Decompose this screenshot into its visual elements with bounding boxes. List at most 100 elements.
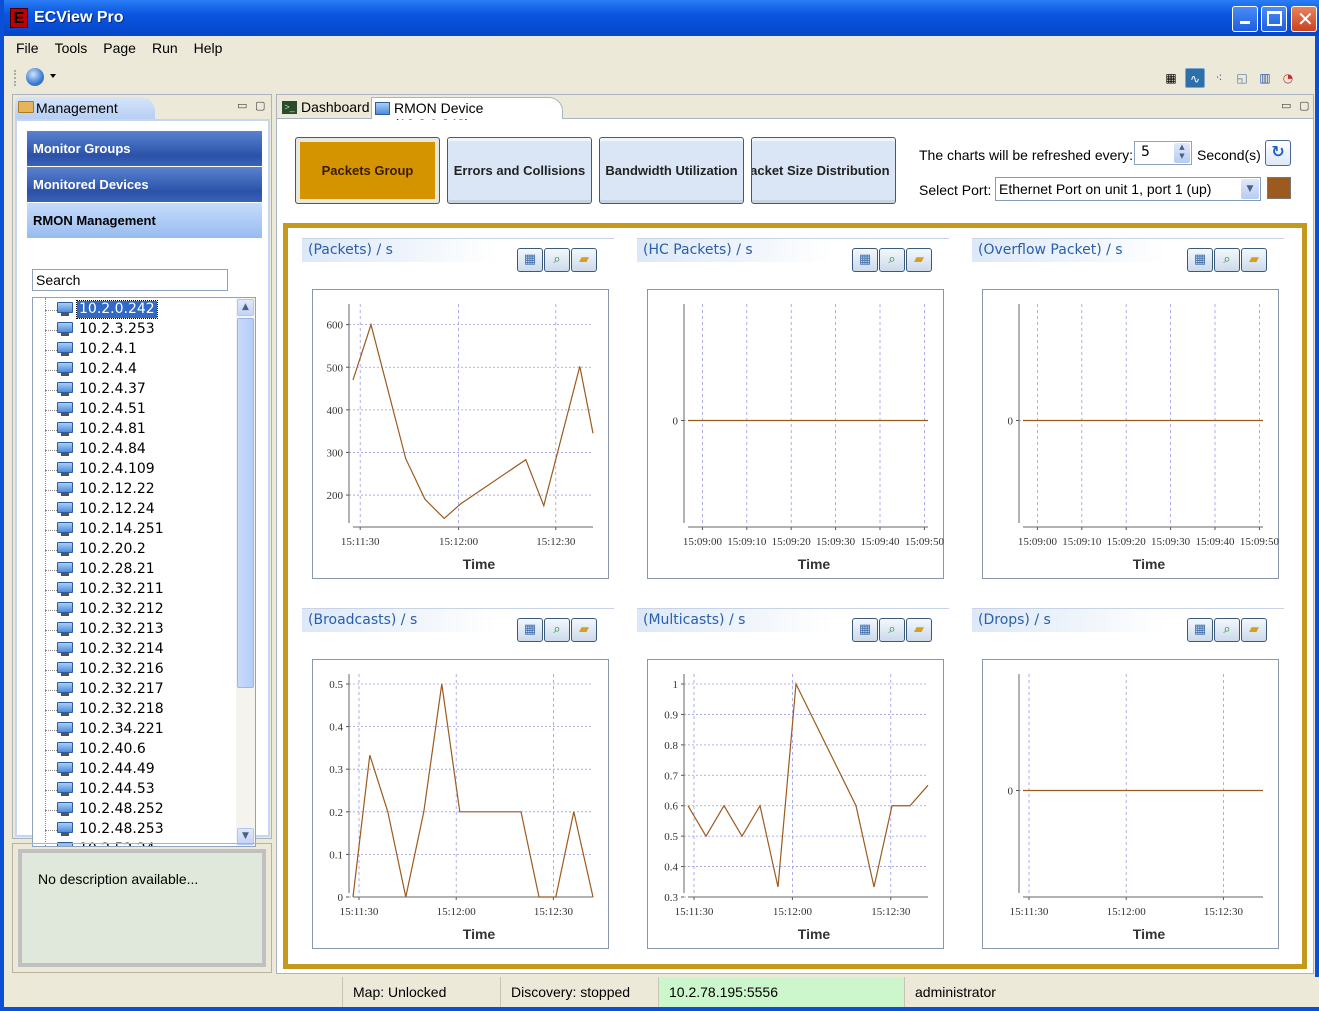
chart-table-button[interactable]: ▦: [1187, 248, 1213, 272]
tab-dashboard[interactable]: >_ Dashboard: [279, 97, 371, 119]
device-tree-item[interactable]: 10.2.32.218: [33, 700, 233, 720]
device-tree-item[interactable]: 10.2.20.2: [33, 540, 233, 560]
computer-icon: [57, 602, 73, 616]
device-tree-item[interactable]: 10.2.44.53: [33, 780, 233, 800]
x-tick-label: 15:09:40: [1195, 536, 1235, 548]
rmon-monitor-icon[interactable]: ∿: [1185, 68, 1205, 88]
device-tree-item[interactable]: 10.2.0.242: [33, 300, 233, 320]
minimize-button[interactable]: [1232, 6, 1258, 32]
report-icon[interactable]: ◱: [1232, 68, 1252, 88]
device-tree-item[interactable]: 10.2.48.253: [33, 820, 233, 840]
device-tree-item[interactable]: 10.2.14.251: [33, 520, 233, 540]
chart-export-button[interactable]: ▰: [906, 248, 932, 272]
device-tree-item[interactable]: 10.2.32.211: [33, 580, 233, 600]
device-tree-item[interactable]: 10.2.4.109: [33, 460, 233, 480]
menu-tools[interactable]: Tools: [47, 40, 96, 56]
statistics-icon[interactable]: ▥: [1255, 68, 1275, 88]
device-tree-item[interactable]: 10.2.32.213: [33, 620, 233, 640]
tab-rmon-device[interactable]: RMON Device (10.2.0.242): [371, 97, 563, 132]
device-tree-item[interactable]: 10.2.32.212: [33, 600, 233, 620]
device-tree-item[interactable]: 10.2.3.253: [33, 320, 233, 340]
chart-zoom-button[interactable]: ⌕: [544, 248, 570, 272]
device-tree-item[interactable]: 10.2.44.49: [33, 760, 233, 780]
status-map: Map: Unlocked: [342, 977, 500, 1007]
nav-monitor-groups[interactable]: Monitor Groups: [27, 131, 262, 166]
chart-svg: 200 300 400 500 600 15:11:30 15:12:00 15:12:30 T…: [327, 304, 594, 572]
view-maximize-icon[interactable]: ▢: [255, 99, 265, 112]
chart-export-button[interactable]: ▰: [571, 248, 597, 272]
menu-page[interactable]: Page: [95, 40, 144, 56]
gauge-icon[interactable]: ◔: [1278, 68, 1298, 88]
search-input[interactable]: Search: [32, 269, 228, 291]
chart-table-button[interactable]: ▦: [852, 248, 878, 272]
chevron-down-icon[interactable]: ▼: [1241, 179, 1259, 199]
chart-zoom-button[interactable]: ⌕: [1214, 248, 1240, 272]
topology-icon[interactable]: ⁖: [1209, 68, 1229, 88]
management-tab[interactable]: Management: [15, 97, 155, 119]
chart-zoom-button[interactable]: ⌕: [544, 618, 570, 642]
editor-minimize-icon[interactable]: ▭: [1281, 99, 1291, 112]
chart-export-button[interactable]: ▰: [1241, 618, 1267, 642]
menu-file[interactable]: File: [8, 40, 47, 56]
chart-zoom-button[interactable]: ⌕: [879, 618, 905, 642]
device-tree-item[interactable]: 10.2.32.217: [33, 680, 233, 700]
chart-table-button[interactable]: ▦: [517, 248, 543, 272]
editor-maximize-icon[interactable]: ▢: [1299, 99, 1309, 112]
spinner-arrows-icon[interactable]: ▲ ▼: [1174, 143, 1190, 163]
device-tree-item[interactable]: 10.2.4.51: [33, 400, 233, 420]
y-tick-label: 200: [327, 490, 344, 502]
menu-run[interactable]: Run: [144, 40, 186, 56]
chart-export-button[interactable]: ▰: [906, 618, 932, 642]
close-button[interactable]: ✕: [1291, 6, 1317, 32]
device-tree-item[interactable]: 10.2.4.84: [33, 440, 233, 460]
device-tree-item[interactable]: 10.2.4.81: [33, 420, 233, 440]
device-tree-item[interactable]: 10.2.32.214: [33, 640, 233, 660]
tree-scrollbar[interactable]: ▲ ▼: [236, 298, 255, 846]
port-select[interactable]: Ethernet Port on unit 1, port 1 (up) ▼: [995, 177, 1261, 201]
window-title: ECView Pro: [34, 9, 124, 26]
chart-zoom-button[interactable]: ⌕: [879, 248, 905, 272]
errors-collisions-button[interactable]: Errors and Collisions: [447, 137, 592, 204]
device-tree-item[interactable]: 10.2.48.252: [33, 800, 233, 820]
chart-export-button[interactable]: ▰: [1241, 248, 1267, 272]
chart-table-button[interactable]: ▦: [517, 618, 543, 642]
device-tree-item[interactable]: 10.2.34.221: [33, 720, 233, 740]
chart-table-button[interactable]: ▦: [852, 618, 878, 642]
nav-rmon-management[interactable]: RMON Management: [27, 203, 262, 238]
packet-size-distribution-button[interactable]: Packet Size Distribution: [751, 137, 896, 204]
scroll-up-icon[interactable]: ▲: [237, 299, 254, 316]
device-tree-item[interactable]: 10.2.32.216: [33, 660, 233, 680]
device-tree-item[interactable]: 10.2.28.21: [33, 560, 233, 580]
device-tree-item[interactable]: 10.2.40.6: [33, 740, 233, 760]
chart-export-button[interactable]: ▰: [571, 618, 597, 642]
view-minimize-icon[interactable]: ▭: [237, 99, 247, 112]
scroll-thumb[interactable]: [237, 318, 254, 688]
chart-table-button[interactable]: ▦: [1187, 618, 1213, 642]
dropdown-arrow-icon[interactable]: [50, 74, 56, 78]
port-color-swatch[interactable]: [1267, 177, 1291, 199]
computer-icon: [57, 502, 73, 516]
maximize-button[interactable]: [1261, 6, 1287, 32]
app-logo-icon: E: [10, 8, 28, 28]
computer-icon: [57, 662, 73, 676]
refresh-interval-spinner[interactable]: 5 ▲ ▼: [1134, 141, 1192, 165]
device-tree-item[interactable]: 10.2.4.4: [33, 360, 233, 380]
device-ip: 10.2.44.49: [79, 761, 155, 777]
device-tree-item[interactable]: 10.2.12.22: [33, 480, 233, 500]
device-tree-item[interactable]: 10.2.4.1: [33, 340, 233, 360]
x-tick-label: 15:09:10: [727, 536, 767, 548]
nav-monitored-devices[interactable]: Monitored Devices: [27, 167, 262, 202]
bandwidth-utilization-button[interactable]: Bandwidth Utilization: [599, 137, 744, 204]
device-ip: 10.2.32.211: [79, 581, 164, 597]
y-tick-label: 0: [1008, 416, 1014, 428]
menu-help[interactable]: Help: [186, 40, 231, 56]
y-tick-label: 500: [327, 362, 344, 374]
chart-zoom-button[interactable]: ⌕: [1214, 618, 1240, 642]
new-perspective-icon[interactable]: ▦: [1161, 68, 1181, 88]
device-tree-item[interactable]: 10.2.4.37: [33, 380, 233, 400]
refresh-button[interactable]: ↻: [1265, 140, 1291, 166]
packets-group-button[interactable]: Packets Group: [295, 137, 440, 204]
globe-network-icon[interactable]: [26, 68, 44, 86]
toolbar-grip[interactable]: [14, 70, 16, 86]
device-tree-item[interactable]: 10.2.12.24: [33, 500, 233, 520]
